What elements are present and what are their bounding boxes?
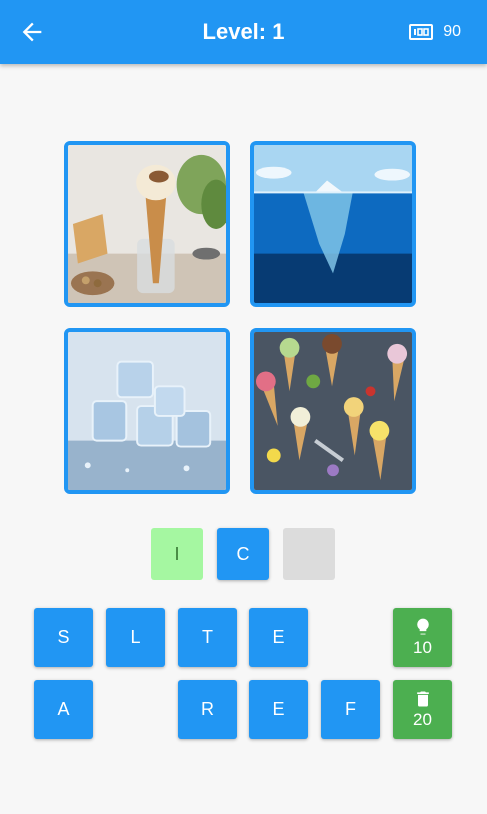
answer-slot-letter: C: [236, 543, 250, 564]
coin-counter: 90: [409, 20, 461, 44]
puzzle-image-1[interactable]: [64, 141, 230, 307]
coin-count: 90: [443, 23, 461, 40]
hint-cost: 10: [413, 638, 432, 657]
lightbulb-icon: [416, 618, 429, 635]
picture-grid: [64, 141, 424, 501]
ice-cream-cone-image: [68, 145, 226, 303]
letter-key-t[interactable]: T: [178, 608, 237, 667]
letter-key-r[interactable]: R: [178, 680, 237, 739]
letter-key-s[interactable]: S: [34, 608, 93, 667]
hint-button[interactable]: 10: [393, 608, 452, 667]
answer-slot-1[interactable]: I: [151, 528, 203, 580]
puzzle-image-3[interactable]: [64, 328, 230, 494]
ice-cream-cones-image: [254, 332, 412, 490]
coin-counter-icon: [409, 24, 434, 40]
ice-cubes-image: [68, 332, 226, 490]
puzzle-image-4[interactable]: [250, 328, 416, 494]
remove-letters-button[interactable]: 20: [393, 680, 452, 739]
answer-slot-3[interactable]: [283, 528, 335, 580]
letter-key-f[interactable]: F: [321, 680, 380, 739]
iceberg-image: [254, 145, 412, 303]
app-bar: Level: 1 90: [0, 0, 487, 64]
answer-slot-letter: I: [174, 543, 180, 564]
remove-cost: 20: [413, 710, 432, 729]
letter-key-e[interactable]: E: [249, 608, 308, 667]
letter-key-a[interactable]: A: [34, 680, 93, 739]
letter-key-l[interactable]: L: [106, 608, 165, 667]
puzzle-image-2[interactable]: [250, 141, 416, 307]
answer-slot-2[interactable]: C: [217, 528, 269, 580]
letter-key-e-2[interactable]: E: [249, 680, 308, 739]
trash-icon: [416, 691, 429, 707]
